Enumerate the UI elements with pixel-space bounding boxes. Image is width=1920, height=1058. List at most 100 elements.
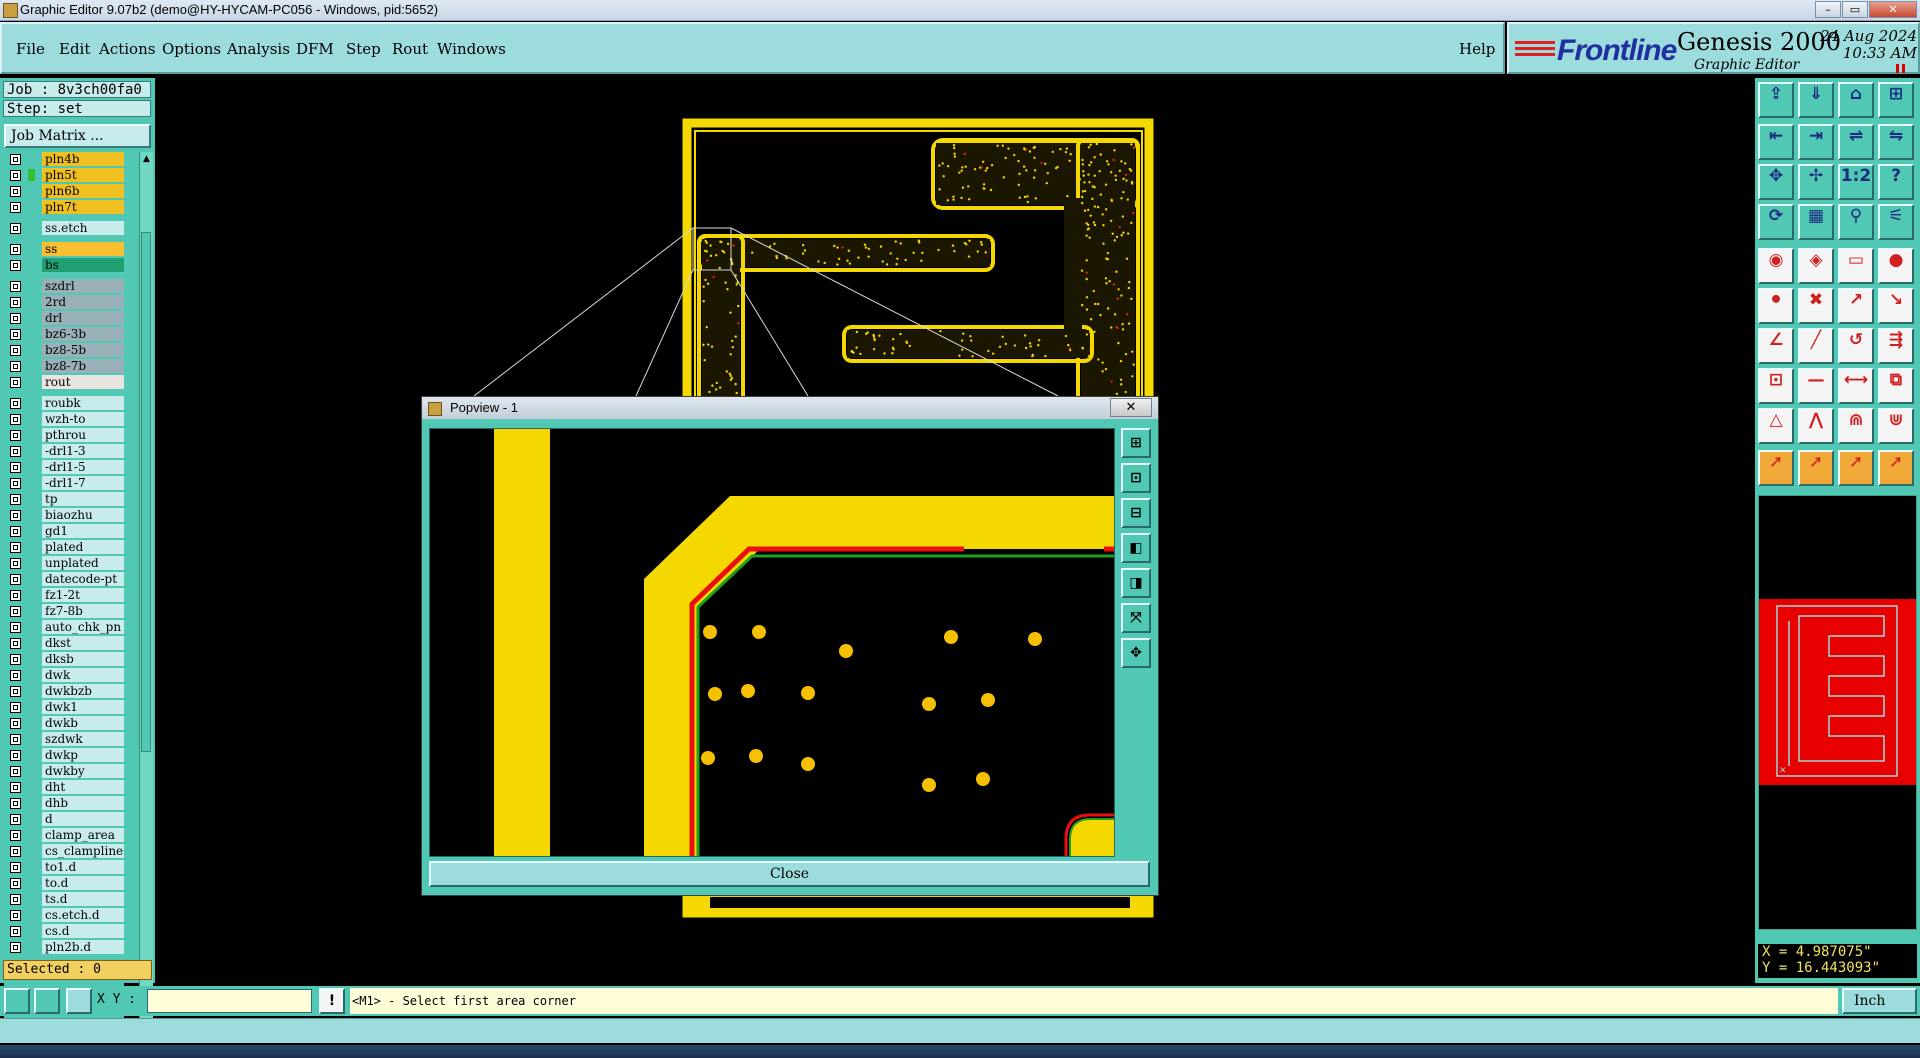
layer-checkbox[interactable] — [10, 926, 21, 937]
popview-zoom-out-button[interactable]: ⊟ — [1121, 498, 1151, 528]
layer-name[interactable]: pln6b — [42, 184, 124, 198]
popview-close-x-button[interactable]: ✕ — [1110, 398, 1152, 417]
help-tool-button[interactable]: ? — [1878, 164, 1914, 200]
layer-checkbox[interactable] — [10, 377, 21, 388]
layer-name[interactable]: ts.d — [42, 892, 124, 906]
layer-row[interactable]: dhb — [4, 796, 124, 810]
layer-checkbox[interactable] — [10, 798, 21, 809]
layer-name[interactable]: bz6-3b — [42, 327, 124, 341]
window-close-button[interactable]: ✕ — [1869, 1, 1917, 18]
layer-checkbox[interactable] — [10, 186, 21, 197]
layer-row[interactable]: fz1-2t — [4, 588, 124, 602]
layer-checkbox[interactable] — [10, 686, 21, 697]
minimize-button[interactable]: – — [1815, 1, 1841, 18]
layer-checkbox[interactable] — [10, 782, 21, 793]
layer-name[interactable]: bz8-5b — [42, 343, 124, 357]
layer-name[interactable]: pln7t — [42, 200, 124, 214]
home-tool-button[interactable]: ⌂ — [1838, 82, 1874, 118]
menu-file[interactable]: File — [16, 40, 45, 58]
layout-tool-button[interactable]: ⊞ — [1878, 82, 1914, 118]
layer-row[interactable]: -drl1-3 — [4, 444, 124, 458]
menu-edit[interactable]: Edit — [59, 40, 90, 58]
layer-name[interactable]: -drl1-5 — [42, 460, 124, 474]
layer-row[interactable]: pln2b.d — [4, 940, 124, 954]
layer-checkbox[interactable] — [10, 446, 21, 457]
layer-name[interactable]: szdrl — [42, 279, 124, 293]
layer-checkbox[interactable] — [10, 606, 21, 617]
layer-checkbox[interactable] — [10, 814, 21, 825]
popview-zoom-in-button[interactable]: ⊡ — [1121, 463, 1151, 493]
layer-name[interactable]: -drl1-3 — [42, 444, 124, 458]
layer-checkbox[interactable] — [10, 590, 21, 601]
layer-name[interactable]: bs — [42, 258, 124, 272]
layer-row[interactable]: biaozhu — [4, 508, 124, 522]
scale-tool-button[interactable]: 1:2 — [1838, 164, 1874, 200]
layer-checkbox[interactable] — [10, 202, 21, 213]
layer-row[interactable]: bs — [4, 258, 124, 272]
layer-checkbox[interactable] — [10, 734, 21, 745]
popview-title-bar[interactable]: Popview - 1 ✕ — [422, 397, 1158, 419]
layer-checkbox[interactable] — [10, 942, 21, 953]
layer-name[interactable]: fz1-2t — [42, 588, 124, 602]
layer-checkbox[interactable] — [10, 878, 21, 889]
bridge2-tool-button[interactable]: ⋓ — [1878, 408, 1914, 444]
layer-name[interactable]: dht — [42, 780, 124, 794]
layer-name[interactable]: wzh-to — [42, 412, 124, 426]
layer-row[interactable]: pthrou — [4, 428, 124, 442]
snap-tool-button[interactable]: ⟳ — [1758, 204, 1794, 240]
layer-name[interactable]: pln4b — [42, 152, 124, 166]
layer-name[interactable]: dwkb — [42, 716, 124, 730]
layer-row[interactable]: wzh-to — [4, 412, 124, 426]
layer-row[interactable]: to.d — [4, 876, 124, 890]
layer-row[interactable]: dwk — [4, 668, 124, 682]
layer-row[interactable]: ss — [4, 242, 124, 256]
draw-line-mode-button[interactable] — [4, 988, 30, 1014]
layer-checkbox[interactable] — [10, 830, 21, 841]
layer-list-scrollbar[interactable]: ▲ ▼ — [139, 152, 153, 1034]
peak-tool-button[interactable]: ⋀ — [1798, 408, 1834, 444]
popview-pan-left-button[interactable]: ◧ — [1121, 533, 1151, 563]
ruler-tool-button[interactable]: ▭ — [1838, 248, 1874, 284]
triangle-tool-button[interactable]: △ — [1758, 408, 1794, 444]
select-tool-button[interactable]: ◈ — [1798, 248, 1834, 284]
align-tool-button[interactable]: ⇶ — [1878, 328, 1914, 364]
layer-checkbox[interactable] — [10, 345, 21, 356]
popview-center-button[interactable]: ✥ — [1121, 638, 1151, 668]
layer-name[interactable]: datecode-pt — [42, 572, 124, 586]
layer-name[interactable]: to1.d — [42, 860, 124, 874]
layer-name[interactable]: pln2b.d — [42, 940, 124, 954]
layer-row[interactable]: rout — [4, 375, 124, 389]
layer-checkbox[interactable] — [10, 654, 21, 665]
layer-row[interactable]: bz8-5b — [4, 343, 124, 357]
tile-tool-button[interactable]: ⇋ — [1878, 124, 1914, 160]
layer-checkbox[interactable] — [10, 702, 21, 713]
layer-name[interactable]: dksb — [42, 652, 124, 666]
layer-name[interactable]: -drl1-7 — [42, 476, 124, 490]
bridge-tool-button[interactable]: ⋒ — [1838, 408, 1874, 444]
layer-row[interactable]: dwkb — [4, 716, 124, 730]
layer-checkbox[interactable] — [10, 154, 21, 165]
maximize-button[interactable]: ▭ — [1842, 1, 1868, 18]
center-tool-button[interactable]: ✢ — [1798, 164, 1834, 200]
open-tool-button[interactable]: ⇪ — [1758, 82, 1794, 118]
layer-row[interactable]: -drl1-5 — [4, 460, 124, 474]
layer-name[interactable]: dwk1 — [42, 700, 124, 714]
layer-name[interactable]: fz7-8b — [42, 604, 124, 618]
xy-input[interactable] — [147, 989, 312, 1013]
delete-tool-button[interactable]: ✖ — [1798, 288, 1834, 324]
layer-row[interactable]: tp — [4, 492, 124, 506]
layer-name[interactable]: dwkp — [42, 748, 124, 762]
layer-checkbox[interactable] — [10, 478, 21, 489]
layer-name[interactable]: plated — [42, 540, 124, 554]
layer-row[interactable]: dksb — [4, 652, 124, 666]
layer-checkbox[interactable] — [10, 281, 21, 292]
grid-tool-button[interactable]: ▦ — [1798, 204, 1834, 240]
layer-row[interactable]: bz6-3b — [4, 327, 124, 341]
layer-checkbox[interactable] — [10, 414, 21, 425]
units-selector[interactable]: Inch — [1842, 988, 1917, 1014]
scroll-thumb[interactable] — [141, 232, 151, 752]
layer-name[interactable]: dwkbzb — [42, 684, 124, 698]
cursor-tool-button[interactable]: ➚ — [1758, 450, 1794, 486]
layer-name[interactable]: dwk — [42, 668, 124, 682]
save-tool-button[interactable]: ⇓ — [1798, 82, 1834, 118]
